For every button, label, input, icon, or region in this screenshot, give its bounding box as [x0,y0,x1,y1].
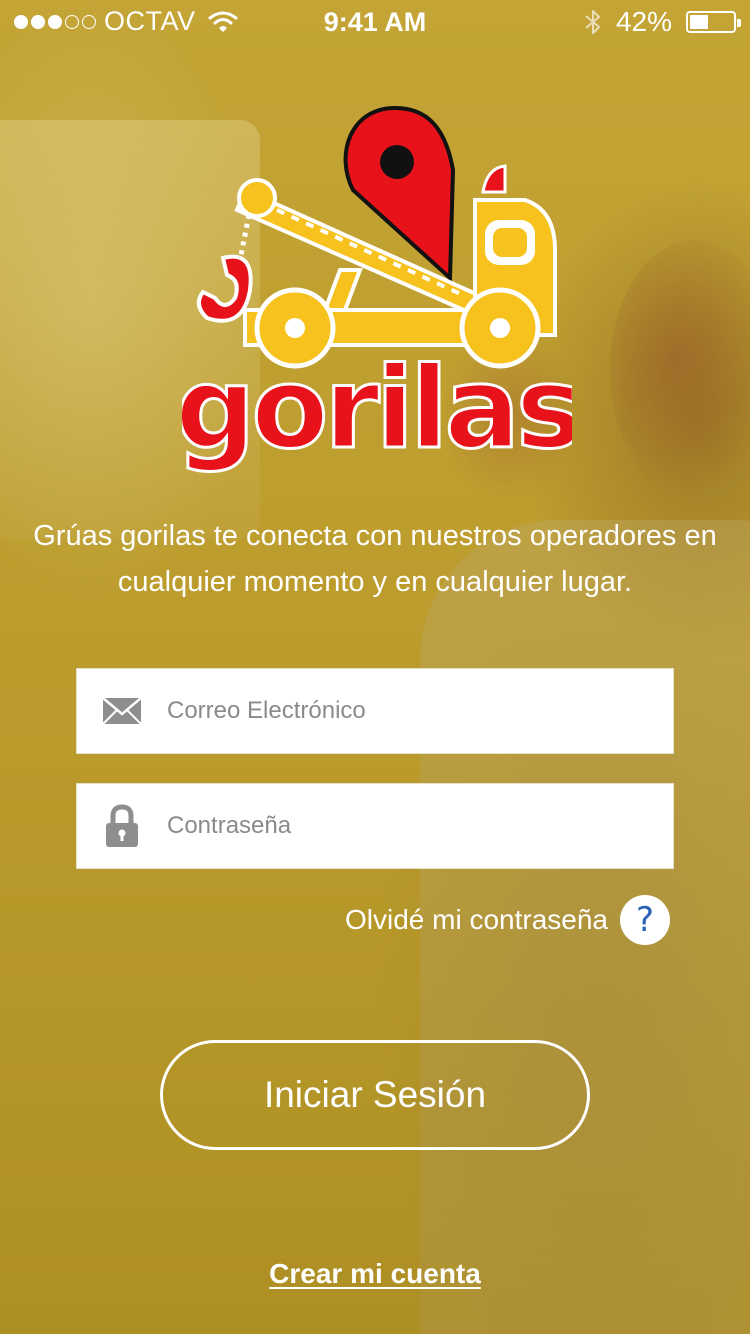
password-field[interactable] [76,783,674,869]
envelope-icon [77,697,167,725]
email-field[interactable] [76,668,674,754]
create-account-link[interactable]: Crear mi cuenta [0,1258,750,1290]
status-bar: OCTAV 9:41 AM 42% [0,0,750,42]
bluetooth-icon [585,10,600,34]
gorilas-wordmark: gorilas [182,355,572,474]
gorilas-wordmark-container: gorilas [174,343,584,485]
status-right: 42% [584,6,741,38]
login-button[interactable]: Iniciar Sesión [160,1040,590,1150]
login-screen: OCTAV 9:41 AM 42% gorilas Grúas gorilas … [0,0,750,1334]
lock-icon [77,804,167,848]
help-question-icon[interactable]: ? [620,895,670,945]
background-person-head [610,240,750,500]
tagline-text: Grúas gorilas te conecta con nuestros op… [33,520,717,598]
forgot-password-label[interactable]: Olvidé mi contraseña [345,904,608,936]
battery-icon [686,11,741,33]
forgot-password-link[interactable]: Olvidé mi contraseña ? [345,895,670,945]
password-input[interactable] [167,796,647,856]
battery-percent: 42% [615,6,672,37]
email-input[interactable] [167,681,647,741]
